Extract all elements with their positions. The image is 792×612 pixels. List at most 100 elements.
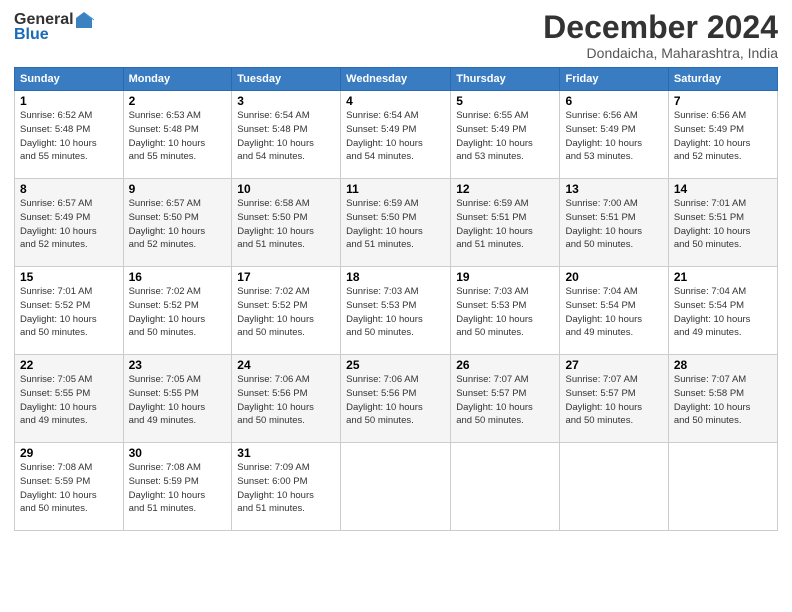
day-number: 15: [20, 270, 118, 284]
day-number: 3: [237, 94, 335, 108]
day-number: 2: [129, 94, 227, 108]
logo: General Blue: [14, 10, 94, 44]
day-info: Sunrise: 7:03 AM Sunset: 5:53 PM Dayligh…: [346, 285, 445, 340]
day-number: 7: [674, 94, 772, 108]
page-header: General Blue December 2024 Dondaicha, Ma…: [14, 10, 778, 61]
calendar-cell: 21 Sunrise: 7:04 AM Sunset: 5:54 PM Dayl…: [668, 267, 777, 355]
header-monday: Monday: [123, 68, 232, 91]
calendar-week-row: 8 Sunrise: 6:57 AM Sunset: 5:49 PM Dayli…: [15, 179, 778, 267]
calendar-cell: 26 Sunrise: 7:07 AM Sunset: 5:57 PM Dayl…: [451, 355, 560, 443]
calendar-cell: 31 Sunrise: 7:09 AM Sunset: 6:00 PM Dayl…: [232, 443, 341, 531]
logo-icon: [74, 10, 94, 30]
day-number: 28: [674, 358, 772, 372]
day-number: 5: [456, 94, 554, 108]
calendar-cell: 24 Sunrise: 7:06 AM Sunset: 5:56 PM Dayl…: [232, 355, 341, 443]
day-info: Sunrise: 7:01 AM Sunset: 5:52 PM Dayligh…: [20, 285, 118, 340]
day-number: 26: [456, 358, 554, 372]
day-info: Sunrise: 6:52 AM Sunset: 5:48 PM Dayligh…: [20, 109, 118, 164]
day-number: 11: [346, 182, 445, 196]
day-number: 10: [237, 182, 335, 196]
day-number: 20: [565, 270, 662, 284]
calendar-cell: 28 Sunrise: 7:07 AM Sunset: 5:58 PM Dayl…: [668, 355, 777, 443]
day-info: Sunrise: 7:00 AM Sunset: 5:51 PM Dayligh…: [565, 197, 662, 252]
calendar-cell: 10 Sunrise: 6:58 AM Sunset: 5:50 PM Dayl…: [232, 179, 341, 267]
calendar-week-row: 1 Sunrise: 6:52 AM Sunset: 5:48 PM Dayli…: [15, 91, 778, 179]
day-number: 19: [456, 270, 554, 284]
day-info: Sunrise: 6:55 AM Sunset: 5:49 PM Dayligh…: [456, 109, 554, 164]
day-info: Sunrise: 7:06 AM Sunset: 5:56 PM Dayligh…: [346, 373, 445, 428]
day-info: Sunrise: 7:06 AM Sunset: 5:56 PM Dayligh…: [237, 373, 335, 428]
calendar-cell: 25 Sunrise: 7:06 AM Sunset: 5:56 PM Dayl…: [341, 355, 451, 443]
day-number: 22: [20, 358, 118, 372]
day-info: Sunrise: 7:02 AM Sunset: 5:52 PM Dayligh…: [237, 285, 335, 340]
day-info: Sunrise: 6:57 AM Sunset: 5:49 PM Dayligh…: [20, 197, 118, 252]
calendar-cell: 7 Sunrise: 6:56 AM Sunset: 5:49 PM Dayli…: [668, 91, 777, 179]
calendar-cell: 30 Sunrise: 7:08 AM Sunset: 5:59 PM Dayl…: [123, 443, 232, 531]
day-info: Sunrise: 7:04 AM Sunset: 5:54 PM Dayligh…: [674, 285, 772, 340]
subtitle: Dondaicha, Maharashtra, India: [543, 45, 778, 61]
day-number: 23: [129, 358, 227, 372]
header-sunday: Sunday: [15, 68, 124, 91]
calendar-cell: [560, 443, 668, 531]
header-wednesday: Wednesday: [341, 68, 451, 91]
calendar-cell: 14 Sunrise: 7:01 AM Sunset: 5:51 PM Dayl…: [668, 179, 777, 267]
calendar-cell: 5 Sunrise: 6:55 AM Sunset: 5:49 PM Dayli…: [451, 91, 560, 179]
day-info: Sunrise: 7:05 AM Sunset: 5:55 PM Dayligh…: [129, 373, 227, 428]
calendar-week-row: 29 Sunrise: 7:08 AM Sunset: 5:59 PM Dayl…: [15, 443, 778, 531]
calendar-cell: 11 Sunrise: 6:59 AM Sunset: 5:50 PM Dayl…: [341, 179, 451, 267]
day-info: Sunrise: 6:59 AM Sunset: 5:51 PM Dayligh…: [456, 197, 554, 252]
day-info: Sunrise: 7:07 AM Sunset: 5:57 PM Dayligh…: [456, 373, 554, 428]
day-number: 29: [20, 446, 118, 460]
calendar-cell: 16 Sunrise: 7:02 AM Sunset: 5:52 PM Dayl…: [123, 267, 232, 355]
header-thursday: Thursday: [451, 68, 560, 91]
day-number: 1: [20, 94, 118, 108]
day-number: 12: [456, 182, 554, 196]
page-container: General Blue December 2024 Dondaicha, Ma…: [0, 0, 792, 612]
calendar-cell: [451, 443, 560, 531]
day-number: 24: [237, 358, 335, 372]
day-info: Sunrise: 7:07 AM Sunset: 5:58 PM Dayligh…: [674, 373, 772, 428]
day-info: Sunrise: 6:56 AM Sunset: 5:49 PM Dayligh…: [565, 109, 662, 164]
calendar-table: Sunday Monday Tuesday Wednesday Thursday…: [14, 67, 778, 531]
day-number: 4: [346, 94, 445, 108]
calendar-cell: 15 Sunrise: 7:01 AM Sunset: 5:52 PM Dayl…: [15, 267, 124, 355]
calendar-cell: 23 Sunrise: 7:05 AM Sunset: 5:55 PM Dayl…: [123, 355, 232, 443]
day-info: Sunrise: 6:58 AM Sunset: 5:50 PM Dayligh…: [237, 197, 335, 252]
header-saturday: Saturday: [668, 68, 777, 91]
calendar-cell: 3 Sunrise: 6:54 AM Sunset: 5:48 PM Dayli…: [232, 91, 341, 179]
day-number: 17: [237, 270, 335, 284]
calendar-cell: 20 Sunrise: 7:04 AM Sunset: 5:54 PM Dayl…: [560, 267, 668, 355]
day-number: 27: [565, 358, 662, 372]
day-info: Sunrise: 6:57 AM Sunset: 5:50 PM Dayligh…: [129, 197, 227, 252]
calendar-cell: 17 Sunrise: 7:02 AM Sunset: 5:52 PM Dayl…: [232, 267, 341, 355]
calendar-header-row: Sunday Monday Tuesday Wednesday Thursday…: [15, 68, 778, 91]
calendar-cell: 12 Sunrise: 6:59 AM Sunset: 5:51 PM Dayl…: [451, 179, 560, 267]
day-info: Sunrise: 7:08 AM Sunset: 5:59 PM Dayligh…: [20, 461, 118, 516]
calendar-cell: 6 Sunrise: 6:56 AM Sunset: 5:49 PM Dayli…: [560, 91, 668, 179]
calendar-cell: 22 Sunrise: 7:05 AM Sunset: 5:55 PM Dayl…: [15, 355, 124, 443]
day-info: Sunrise: 7:04 AM Sunset: 5:54 PM Dayligh…: [565, 285, 662, 340]
title-section: December 2024 Dondaicha, Maharashtra, In…: [543, 10, 778, 61]
calendar-cell: 18 Sunrise: 7:03 AM Sunset: 5:53 PM Dayl…: [341, 267, 451, 355]
day-number: 18: [346, 270, 445, 284]
calendar-week-row: 22 Sunrise: 7:05 AM Sunset: 5:55 PM Dayl…: [15, 355, 778, 443]
day-info: Sunrise: 7:02 AM Sunset: 5:52 PM Dayligh…: [129, 285, 227, 340]
day-info: Sunrise: 6:53 AM Sunset: 5:48 PM Dayligh…: [129, 109, 227, 164]
day-info: Sunrise: 7:08 AM Sunset: 5:59 PM Dayligh…: [129, 461, 227, 516]
day-info: Sunrise: 7:07 AM Sunset: 5:57 PM Dayligh…: [565, 373, 662, 428]
calendar-cell: [668, 443, 777, 531]
day-number: 6: [565, 94, 662, 108]
day-number: 21: [674, 270, 772, 284]
day-number: 31: [237, 446, 335, 460]
calendar-cell: 4 Sunrise: 6:54 AM Sunset: 5:49 PM Dayli…: [341, 91, 451, 179]
calendar-cell: 9 Sunrise: 6:57 AM Sunset: 5:50 PM Dayli…: [123, 179, 232, 267]
header-tuesday: Tuesday: [232, 68, 341, 91]
calendar-cell: 13 Sunrise: 7:00 AM Sunset: 5:51 PM Dayl…: [560, 179, 668, 267]
main-title: December 2024: [543, 10, 778, 45]
day-info: Sunrise: 6:54 AM Sunset: 5:49 PM Dayligh…: [346, 109, 445, 164]
calendar-cell: 27 Sunrise: 7:07 AM Sunset: 5:57 PM Dayl…: [560, 355, 668, 443]
calendar-cell: [341, 443, 451, 531]
day-number: 13: [565, 182, 662, 196]
logo-text-blue: Blue: [14, 26, 49, 44]
day-number: 9: [129, 182, 227, 196]
